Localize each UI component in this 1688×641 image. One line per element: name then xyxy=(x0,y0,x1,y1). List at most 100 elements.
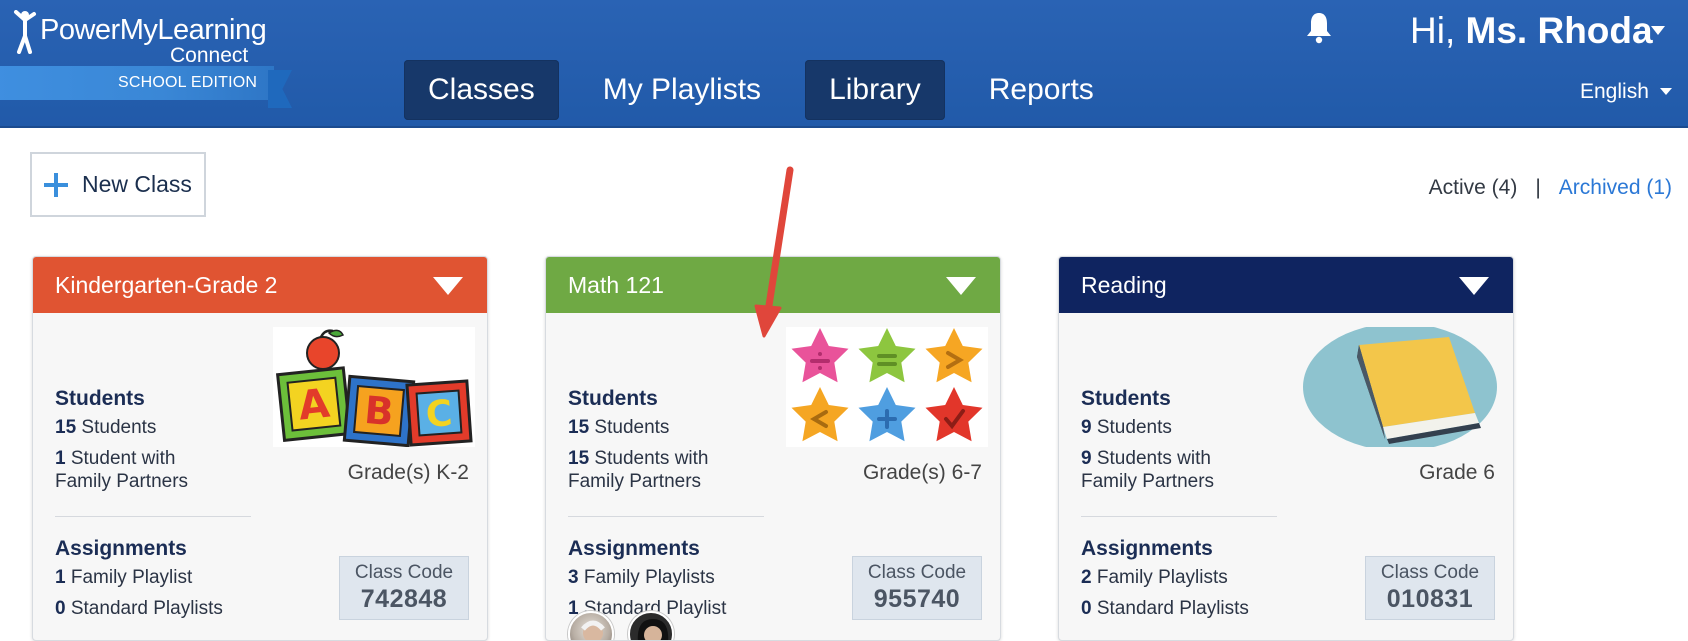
svg-text:B: B xyxy=(363,388,396,434)
tab-reports[interactable]: Reports xyxy=(965,60,1118,120)
class-image xyxy=(786,327,988,447)
logo-figure-icon xyxy=(14,10,36,54)
family-playlists-count: 1 Family Playlist xyxy=(55,566,192,589)
family-partners-count: 15 Students with xyxy=(568,447,709,470)
class-code-value: 955740 xyxy=(873,585,961,613)
user-name: Ms. Rhoda xyxy=(1465,10,1653,51)
abc-blocks-icon: A B C xyxy=(273,327,475,447)
filter-active[interactable]: Active (4) xyxy=(1429,176,1518,200)
assignments-heading: Assignments xyxy=(1081,537,1213,560)
tab-library[interactable]: Library xyxy=(805,60,945,120)
card-dropdown-caret-icon[interactable] xyxy=(433,277,463,295)
family-playlists-label: Family Playlists xyxy=(583,567,715,588)
students-label: Students xyxy=(1096,417,1172,438)
filter-separator: | xyxy=(1535,176,1541,199)
language-selector[interactable]: English xyxy=(1580,80,1649,104)
class-card-math-121[interactable]: Math 121 Students 15 Students 15 Student… xyxy=(545,256,1001,641)
main-nav: Classes My Playlists Library Reports xyxy=(404,60,1118,120)
standard-playlists-label: Standard Playlists xyxy=(70,598,223,619)
logo-title: PowerMyLearning xyxy=(40,14,267,46)
user-greeting[interactable]: Hi, Ms. Rhoda xyxy=(1410,10,1653,52)
section-divider xyxy=(1081,516,1277,517)
grade-label: Grade(s) K-2 xyxy=(347,461,469,484)
class-code-label: Class Code xyxy=(867,562,967,583)
students-count: 15 Students xyxy=(55,416,156,439)
family-label-1: Students with xyxy=(594,448,709,469)
assignments-heading: Assignments xyxy=(55,537,187,560)
grade-label: Grade(s) 6-7 xyxy=(862,461,982,484)
class-card-kindergarten[interactable]: Kindergarten-Grade 2 Students 15 Student… xyxy=(32,256,488,641)
user-menu-caret-icon[interactable] xyxy=(1651,26,1665,35)
edition-label: SCHOOL EDITION xyxy=(118,74,258,91)
family-label-1: Student with xyxy=(70,448,176,469)
family-playlists-label: Family Playlist xyxy=(70,567,193,588)
family-partners-label: Family Partners xyxy=(1081,471,1215,492)
greeting-prefix: Hi, xyxy=(1410,10,1456,51)
class-code-value: 010831 xyxy=(1386,585,1474,613)
person-photo-icon xyxy=(581,620,605,640)
new-class-label: New Class xyxy=(82,171,192,197)
section-divider xyxy=(55,516,251,517)
family-label-1: Students with xyxy=(1096,448,1211,469)
class-card-reading[interactable]: Reading Students 9 Students 9 Students w… xyxy=(1058,256,1514,641)
card-dropdown-caret-icon[interactable] xyxy=(1459,277,1489,295)
plus-icon xyxy=(44,172,68,197)
class-card-body: Students 9 Students 9 Students with Fami… xyxy=(1059,313,1513,640)
class-filter: Active (4) | Archived (1) xyxy=(1429,176,1672,200)
students-label: Students xyxy=(594,417,670,438)
class-card-body: Students 15 Students 15 Students with Fa… xyxy=(546,313,1000,640)
math-stars-icon xyxy=(786,327,988,447)
card-dropdown-caret-icon[interactable] xyxy=(946,277,976,295)
assignments-heading: Assignments xyxy=(568,537,700,560)
class-code-box: Class Code 955740 xyxy=(852,556,982,620)
students-heading: Students xyxy=(568,387,658,410)
class-code-label: Class Code xyxy=(1380,562,1480,583)
bell-icon[interactable] xyxy=(1304,10,1334,44)
family-playlists-number: 1 xyxy=(55,567,66,588)
class-code-label: Class Code xyxy=(354,562,454,583)
family-number: 9 xyxy=(1081,448,1092,469)
family-playlists-number: 2 xyxy=(1081,567,1092,588)
person-photo-icon xyxy=(637,619,669,640)
standard-playlists-label: Standard Playlists xyxy=(1096,598,1249,619)
students-label: Students xyxy=(81,417,157,438)
svg-text:A: A xyxy=(296,381,332,430)
family-partners-count: 9 Students with xyxy=(1081,447,1211,470)
family-playlists-count: 3 Family Playlists xyxy=(568,566,715,589)
class-card-body: Students 15 Students 1 Student with Fami… xyxy=(33,313,487,640)
logo-subtitle: Connect xyxy=(170,44,249,67)
section-divider xyxy=(568,516,764,517)
class-code-value: 742848 xyxy=(360,585,448,613)
book-icon xyxy=(1303,327,1497,447)
family-partners-count: 1 Student with xyxy=(55,447,175,470)
class-code-box: Class Code 742848 xyxy=(339,556,469,620)
family-partners-label: Family Partners xyxy=(568,471,702,492)
class-title: Kindergarten-Grade 2 xyxy=(55,271,278,298)
family-number: 15 xyxy=(568,448,590,469)
standard-playlists-number: 0 xyxy=(55,598,66,619)
top-header: PowerMyLearning Connect SCHOOL EDITION C… xyxy=(0,0,1688,128)
students-number: 15 xyxy=(568,417,590,438)
class-card-header[interactable]: Kindergarten-Grade 2 xyxy=(33,257,487,313)
class-card-header[interactable]: Reading xyxy=(1059,257,1513,313)
class-image xyxy=(1299,327,1501,447)
standard-playlists-count: 0 Standard Playlists xyxy=(1081,597,1249,620)
filter-archived-link[interactable]: Archived (1) xyxy=(1559,176,1672,200)
tab-my-playlists[interactable]: My Playlists xyxy=(579,60,785,120)
students-count: 15 Students xyxy=(568,416,669,439)
students-number: 15 xyxy=(55,417,77,438)
family-playlists-number: 3 xyxy=(568,567,579,588)
language-caret-icon[interactable] xyxy=(1660,88,1672,95)
tab-classes[interactable]: Classes xyxy=(404,60,559,120)
new-class-button[interactable]: New Class xyxy=(30,152,206,217)
family-number: 1 xyxy=(55,448,66,469)
svg-text:C: C xyxy=(424,393,453,436)
standard-playlists-count: 0 Standard Playlists xyxy=(55,597,223,620)
family-playlists-count: 2 Family Playlists xyxy=(1081,566,1228,589)
grade-label: Grade 6 xyxy=(1419,461,1495,484)
family-partners-label: Family Partners xyxy=(55,471,189,492)
class-card-header[interactable]: Math 121 xyxy=(546,257,1000,313)
class-image: A B C xyxy=(273,327,475,447)
students-number: 9 xyxy=(1081,417,1092,438)
students-count: 9 Students xyxy=(1081,416,1172,439)
